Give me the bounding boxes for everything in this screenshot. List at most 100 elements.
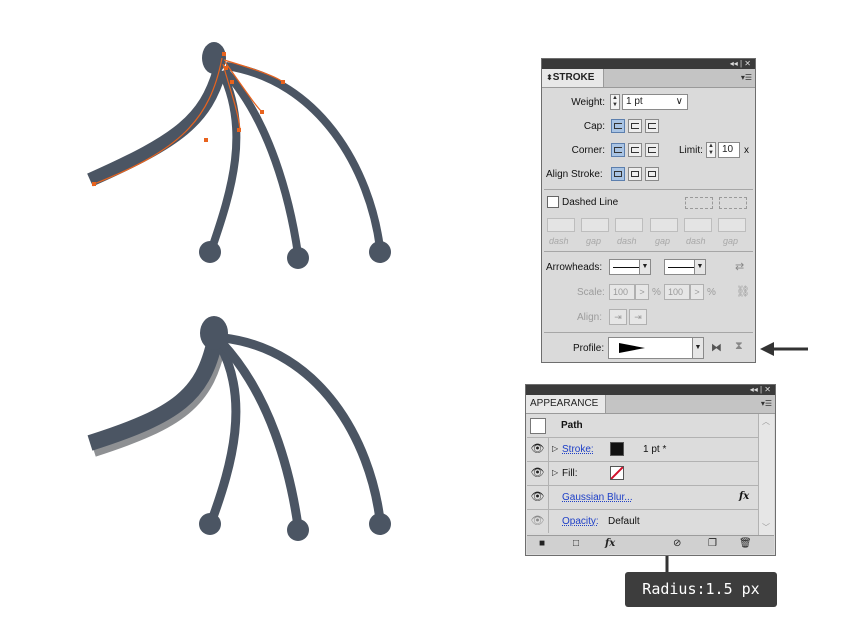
divider: [544, 251, 753, 252]
limit-stepper[interactable]: ▲ ▼: [706, 142, 716, 158]
panel-menu-icon[interactable]: ▾☰: [741, 73, 752, 82]
swap-arrows-icon[interactable]: ⇄: [735, 260, 744, 273]
eye-icon[interactable]: 👁: [527, 510, 549, 533]
gap-caption: gap: [655, 236, 671, 246]
chevron-down-icon[interactable]: ▼: [639, 260, 650, 274]
bottom-figure[interactable]: [87, 316, 391, 541]
profile-select[interactable]: ▼: [608, 337, 704, 359]
top-drop-3: [369, 241, 391, 263]
dash-field-1[interactable]: [547, 218, 575, 232]
dash-caption: dash: [549, 236, 569, 246]
chevron-down-icon[interactable]: ﹀: [762, 522, 770, 533]
dash-field-3[interactable]: [684, 218, 712, 232]
end-scale-arrow[interactable]: >: [690, 284, 704, 300]
appearance-panel: ◂◂ | ✕ APPEARANCE ▾☰ Path 👁 ▷ Stroke: 1 …: [525, 384, 776, 556]
gap-field-2[interactable]: [650, 218, 678, 232]
top-figure[interactable]: [87, 42, 391, 269]
appearance-tab-label: APPEARANCE: [530, 398, 599, 409]
gaussian-blur-row[interactable]: 👁 Gaussian Blur... fx: [527, 486, 759, 510]
align-center-button[interactable]: [611, 167, 625, 181]
gap-caption: gap: [723, 236, 739, 246]
trash-icon[interactable]: 🗑: [739, 538, 752, 549]
top-drop-2: [287, 247, 309, 269]
panel-title-bar[interactable]: ◂◂ | ✕: [542, 59, 755, 69]
stroke-row[interactable]: 👁 ▷ Stroke: 1 pt *: [527, 438, 759, 462]
eye-icon[interactable]: 👁: [527, 438, 549, 461]
align-arrow-label: Align:: [577, 312, 603, 323]
appearance-toolbar: ■ □ fx ⊘ ❐ 🗑: [527, 535, 774, 554]
panel-close-icon[interactable]: ◂◂ | ✕: [750, 385, 771, 394]
arrow-tip-beyond-button[interactable]: ⇥: [609, 309, 627, 325]
projecting-cap-button[interactable]: [645, 119, 659, 133]
bevel-join-button[interactable]: [645, 143, 659, 157]
weight-stepper[interactable]: ▲ ▼: [610, 94, 620, 110]
top-drop-1: [199, 241, 221, 263]
duplicate-item-icon[interactable]: ❐: [708, 538, 717, 549]
fx-icon[interactable]: fx: [739, 491, 749, 502]
panel-title-bar[interactable]: ◂◂ | ✕: [526, 385, 775, 395]
preserve-dash-icon[interactable]: [685, 197, 713, 209]
start-scale-arrow[interactable]: >: [635, 284, 649, 300]
flip-vertical-icon[interactable]: ⧗: [735, 340, 743, 353]
tab-appearance[interactable]: APPEARANCE: [526, 395, 606, 413]
gaussian-blur-link[interactable]: Gaussian Blur...: [562, 492, 633, 503]
clear-appearance-icon[interactable]: ⊘: [673, 538, 681, 549]
stroke-link[interactable]: Stroke:: [562, 444, 594, 455]
gap-field-3[interactable]: [718, 218, 746, 232]
profile-label: Profile:: [573, 343, 605, 354]
align-outside-button[interactable]: [645, 167, 659, 181]
top-head: [202, 42, 226, 74]
gap-field-1[interactable]: [581, 218, 609, 232]
flip-horizontal-icon[interactable]: ⧓: [711, 341, 722, 354]
align-dash-icon[interactable]: [719, 197, 747, 209]
limit-field[interactable]: 10: [718, 142, 740, 158]
add-fill-icon[interactable]: □: [573, 538, 579, 549]
opacity-link[interactable]: Opacity:: [562, 516, 599, 527]
cap-label: Cap:: [583, 121, 605, 132]
opacity-value: Default: [608, 516, 640, 527]
stroke-color-swatch[interactable]: [610, 442, 624, 456]
eye-icon[interactable]: 👁: [527, 486, 549, 509]
panel-menu-icon[interactable]: ▾☰: [761, 399, 772, 408]
corner-label: Corner:: [571, 145, 605, 156]
arrow-tip-end-button[interactable]: ⇥: [629, 309, 647, 325]
weight-field[interactable]: 1 pt ∨: [622, 94, 688, 110]
tab-stroke[interactable]: ⬍STROKE: [542, 69, 604, 87]
end-scale-field[interactable]: 100: [664, 284, 690, 300]
dashed-line-checkbox[interactable]: [547, 196, 559, 208]
butt-cap-button[interactable]: [611, 119, 625, 133]
fill-label[interactable]: Fill:: [562, 468, 578, 479]
scrollbar[interactable]: ︿ ﹀: [758, 414, 774, 535]
chevron-up-icon[interactable]: ︿: [762, 416, 770, 427]
round-join-button[interactable]: [628, 143, 642, 157]
expand-triangle-icon[interactable]: ▷: [552, 468, 558, 477]
align-stroke-label: Align Stroke:: [546, 169, 603, 180]
dash-field-2[interactable]: [615, 218, 643, 232]
weight-label: Weight:: [571, 97, 605, 108]
link-scale-icon[interactable]: ⛓: [736, 285, 750, 298]
start-arrowhead-select[interactable]: ▼: [609, 259, 651, 275]
start-scale-field[interactable]: 100: [609, 284, 635, 300]
panel-close-icon[interactable]: ◂◂ | ✕: [730, 59, 751, 68]
top-branch-4: [225, 62, 384, 249]
fill-row[interactable]: 👁 ▷ Fill:: [527, 462, 759, 486]
dashed-line-label: Dashed Line: [562, 197, 619, 208]
fx-icon[interactable]: fx: [605, 538, 615, 549]
miter-join-button[interactable]: [611, 143, 625, 157]
align-inside-button[interactable]: [628, 167, 642, 181]
opacity-row[interactable]: 👁 Opacity: Default: [527, 510, 759, 533]
top-branch-1: [87, 67, 227, 187]
arrow-pointer-icon: [760, 342, 808, 356]
gap-caption: gap: [586, 236, 602, 246]
add-stroke-icon[interactable]: ■: [539, 538, 545, 549]
eye-icon[interactable]: 👁: [527, 462, 549, 485]
fill-none-swatch[interactable]: [610, 466, 624, 480]
scale-percent: %: [652, 287, 661, 298]
chevron-down-icon[interactable]: ▼: [694, 260, 705, 274]
path-thumbnail: [530, 418, 546, 434]
chevron-down-icon[interactable]: ▼: [692, 338, 703, 358]
round-cap-button[interactable]: [628, 119, 642, 133]
expand-triangle-icon[interactable]: ▷: [552, 444, 558, 453]
end-arrowhead-select[interactable]: ▼: [664, 259, 706, 275]
chevron-down-icon[interactable]: ∨: [676, 95, 683, 109]
